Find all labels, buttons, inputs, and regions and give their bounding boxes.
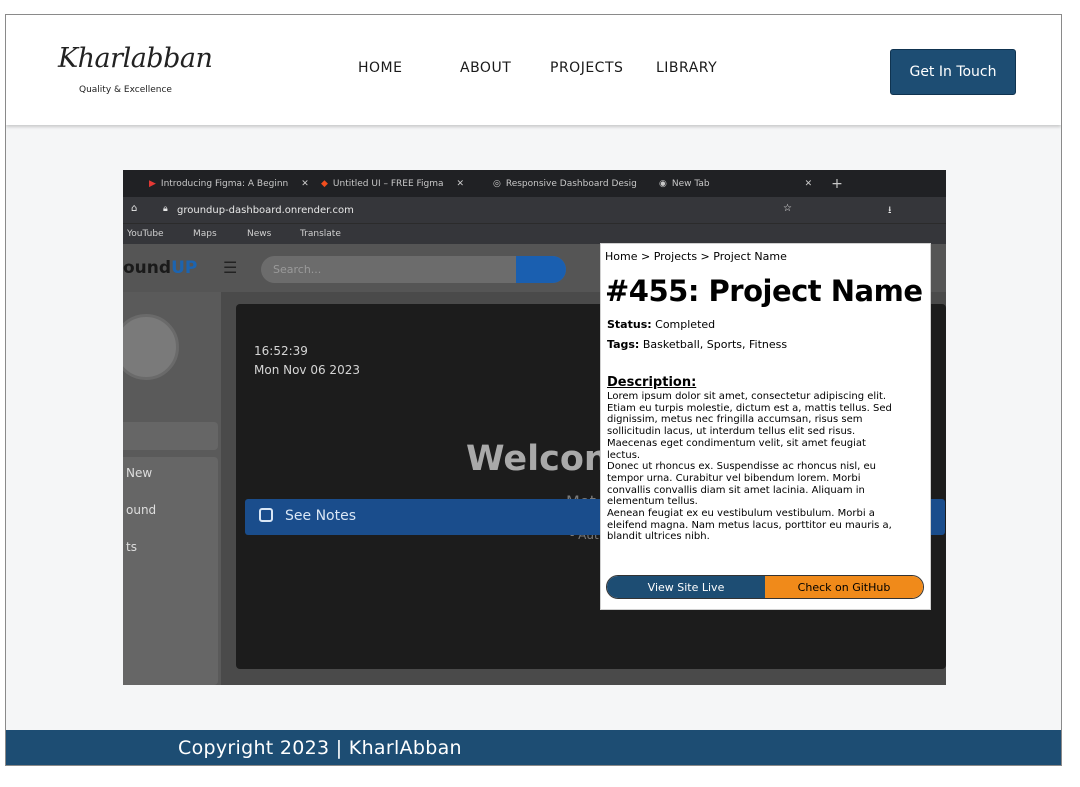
sidebar-item: New [126, 466, 153, 480]
browser-tab-bar: ▶ Introducing Figma: A Beginn ✕ ◆ Untitl… [123, 170, 946, 197]
copyright-text: Copyright 2023 | KharlAbban [178, 737, 462, 759]
app-brand: oundUP [123, 258, 198, 278]
browser-tab: ◎ Responsive Dashboard Desig [493, 170, 637, 197]
nav-about[interactable]: ABOUT [460, 60, 511, 76]
page-frame: Kharlabban Quality & Excellence HOME ABO… [5, 14, 1062, 766]
bookmarks-bar: YouTube Maps News Translate [123, 223, 946, 245]
bookmark: News [247, 229, 272, 239]
bookmark: Translate [300, 229, 341, 239]
project-status: Status: Completed [607, 318, 716, 331]
tab-title: Introducing Figma: A Beginn [160, 178, 289, 189]
star-icon: ☆ [783, 203, 792, 214]
app-sidebar: New ound ts [123, 292, 221, 685]
close-icon: ✕ [301, 178, 309, 189]
nav-home[interactable]: HOME [358, 60, 402, 76]
bookmark: YouTube [127, 229, 164, 239]
project-details-card: Home > Projects > Project Name #455: Pro… [600, 243, 931, 610]
project-tags: Tags: Basketball, Sports, Fitness [607, 338, 788, 351]
browser-tab: ▶ Introducing Figma: A Beginn ✕ [149, 170, 309, 197]
download-icon: ⭳ [888, 205, 892, 216]
logo[interactable]: Kharlabban [58, 43, 213, 74]
sidebar-item: ts [126, 540, 137, 554]
tab-title: Untitled UI – FREE Figma [332, 178, 444, 189]
search-icon [516, 256, 566, 283]
logo-tagline: Quality & Excellence [79, 85, 172, 95]
sidebar-block [123, 422, 218, 450]
hero-welcome: Welcon [466, 439, 609, 479]
sidebar-block [123, 457, 218, 685]
hero-time: 16:52:39 Mon Nov 06 2023 [254, 344, 360, 377]
site-footer: Copyright 2023 | KharlAbban [6, 730, 1061, 765]
notes-icon [259, 508, 273, 522]
sidebar-item: ound [126, 503, 157, 517]
browser-address-bar: ⌂ 🔒︎ groundup-dashboard.onrender.com ☆ ⭳ [123, 197, 946, 223]
nav-library[interactable]: LIBRARY [656, 60, 717, 76]
app-search: Search... [261, 256, 566, 283]
lock-icon: 🔒︎ [163, 204, 168, 214]
description-heading: Description: [607, 375, 697, 390]
tab-title: Responsive Dashboard Desig [505, 178, 637, 189]
address-url: groundup-dashboard.onrender.com [177, 205, 354, 216]
get-in-touch-button[interactable]: Get In Touch [890, 49, 1016, 95]
menu-icon: ☰ [223, 260, 238, 277]
browser-tab: ◆ Untitled UI – FREE Figma ✕ [321, 170, 464, 197]
bookmark: Maps [193, 229, 217, 239]
check-on-github-button[interactable]: Check on GitHub [765, 576, 923, 598]
nav-projects[interactable]: PROJECTS [550, 60, 623, 76]
view-site-live-button[interactable]: View Site Live [607, 576, 765, 598]
search-placeholder: Search... [273, 263, 322, 276]
home-icon: ⌂ [131, 203, 138, 214]
description-text: Lorem ipsum dolor sit amet, consectetur … [607, 391, 892, 543]
avatar [123, 314, 179, 380]
project-title: #455: Project Name [605, 274, 923, 308]
youtube-icon: ▶ [149, 178, 156, 189]
figma-icon: ◆ [321, 178, 328, 189]
chrome-icon: ◉ [659, 178, 667, 189]
site-header: Kharlabban Quality & Excellence HOME ABO… [6, 15, 1061, 125]
breadcrumb[interactable]: Home > Projects > Project Name [605, 250, 787, 263]
new-tab-icon: + [831, 175, 843, 192]
close-icon: ✕ [456, 178, 465, 189]
tab-title: New Tab [671, 178, 710, 189]
browser-tab: ◉ New Tab ✕ + [659, 170, 843, 197]
close-icon: ✕ [804, 178, 813, 189]
globe-icon: ◎ [493, 178, 501, 189]
see-notes-label: See Notes [285, 508, 356, 524]
project-actions: View Site Live Check on GitHub [606, 575, 924, 599]
